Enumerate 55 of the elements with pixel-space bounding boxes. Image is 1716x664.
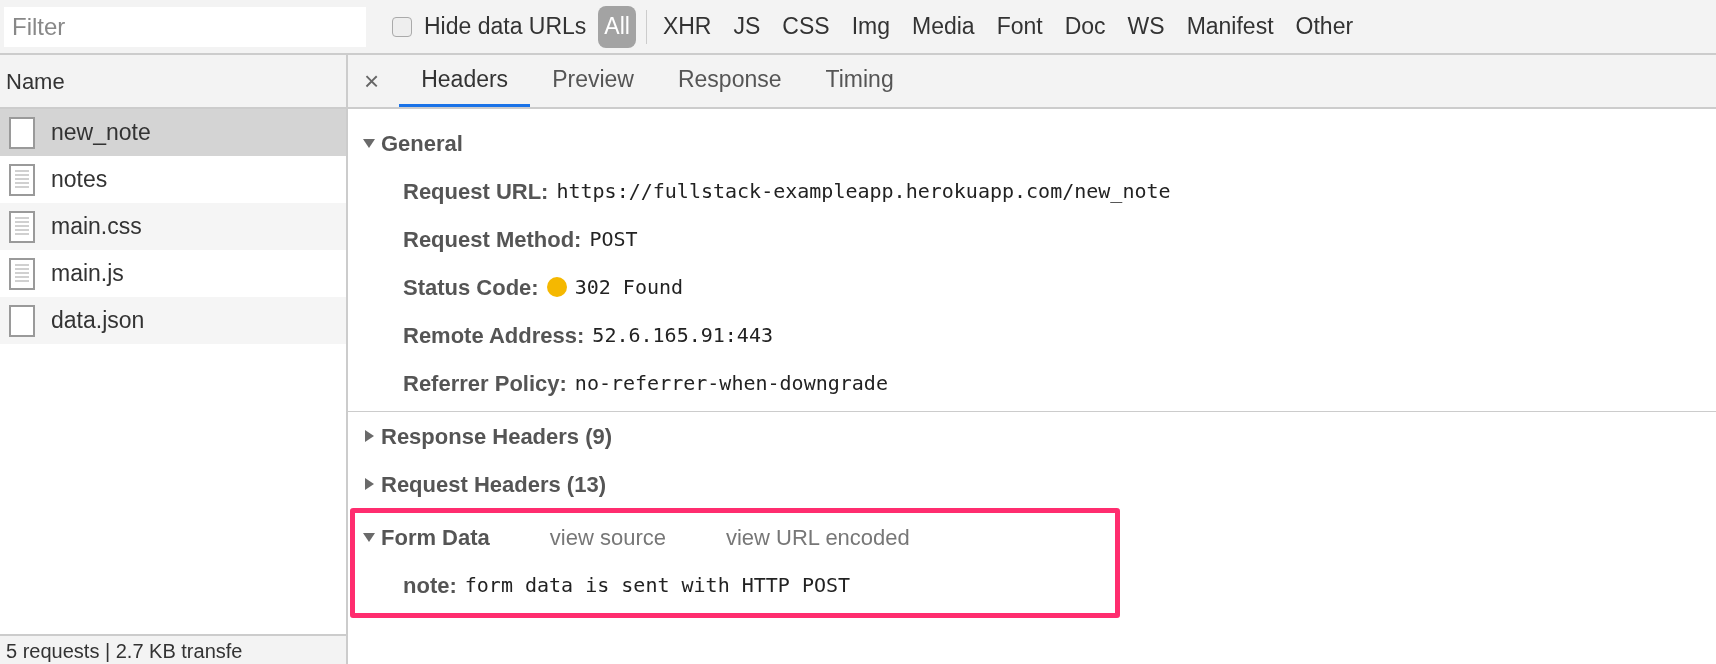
section-header[interactable]: Request Headers (13) <box>363 467 606 501</box>
type-filter[interactable]: Media <box>905 5 981 48</box>
column-header[interactable]: Name <box>0 55 346 109</box>
request-row[interactable]: new_note <box>0 109 346 156</box>
header-key: Request Method: <box>403 222 582 256</box>
section-header[interactable]: Response Headers (9) <box>363 419 613 453</box>
checkbox-label: Hide data URLs <box>424 12 587 42</box>
tab[interactable]: Response <box>655 55 804 107</box>
type-filter[interactable]: CSS <box>776 5 836 48</box>
header-value: 302 Found <box>574 274 684 301</box>
section-header[interactable]: General <box>363 126 463 160</box>
blank-file-icon <box>9 116 35 149</box>
type-filter[interactable]: WS <box>1121 5 1171 48</box>
expanded-triangle-icon <box>363 137 375 149</box>
request-name: data.json <box>51 306 145 336</box>
status-bar: 5 requests | 2.7 KB transfe <box>0 634 346 664</box>
header-value: POST <box>589 226 638 253</box>
header-value: 52.6.165.91:443 <box>592 322 773 349</box>
view-link[interactable]: view source <box>549 520 666 554</box>
expanded-triangle-icon <box>363 531 375 543</box>
header-key: Remote Address: <box>403 318 585 352</box>
type-filter[interactable]: Other <box>1289 5 1360 48</box>
header-key: Status Code: <box>403 270 539 304</box>
header-key: Request URL: <box>403 174 549 208</box>
section-header[interactable]: Form Data <box>363 520 490 554</box>
collapsed-triangle-icon <box>363 430 375 442</box>
type-filter[interactable]: Manifest <box>1180 5 1280 48</box>
request-name: new_note <box>51 118 151 148</box>
close-button[interactable]: × <box>364 55 380 107</box>
type-filter[interactable]: Doc <box>1058 5 1112 48</box>
request-row[interactable]: data.json <box>0 297 346 344</box>
header-key: note: <box>403 568 457 602</box>
blank-file-icon <box>9 304 35 337</box>
filter-field[interactable]: Filter <box>4 6 366 47</box>
type-filter[interactable]: Img <box>845 5 896 48</box>
type-filter[interactable]: JS <box>727 5 767 48</box>
request-name: main.css <box>51 212 142 242</box>
header-value: form data is sent with HTTP POST <box>464 572 851 599</box>
request-name: main.js <box>51 259 124 289</box>
request-name: notes <box>51 165 108 195</box>
header-key: Referrer Policy: <box>403 366 567 400</box>
document-icon <box>9 257 35 290</box>
document-icon <box>9 163 35 196</box>
document-icon <box>9 210 35 243</box>
type-filter[interactable]: XHR <box>656 5 718 48</box>
type-filter[interactable]: Font <box>990 5 1049 48</box>
tab[interactable]: Headers <box>399 55 531 107</box>
checkbox[interactable] <box>392 16 412 37</box>
tab[interactable]: Timing <box>803 55 916 107</box>
header-value: https://fullstack-exampleapp.herokuapp.com/new_note <box>556 178 1171 205</box>
collapsed-triangle-icon <box>363 478 375 490</box>
view-link[interactable]: view URL encoded <box>725 520 910 554</box>
header-value: no-referrer-when-downgrade <box>574 370 888 397</box>
tab[interactable]: Preview <box>530 55 656 107</box>
request-row[interactable]: main.css <box>0 203 346 250</box>
